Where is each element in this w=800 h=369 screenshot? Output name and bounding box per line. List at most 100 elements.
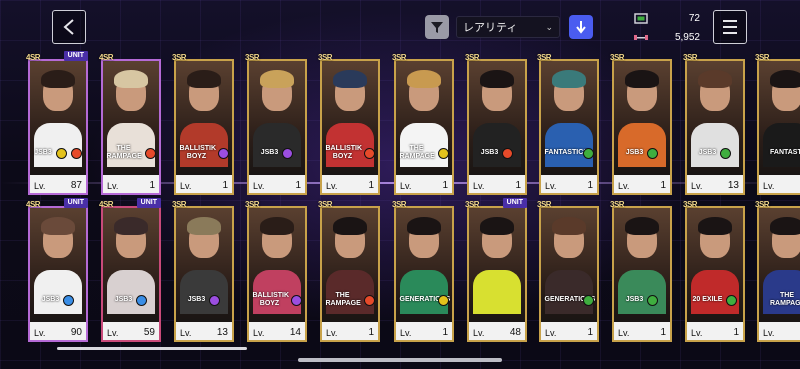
member-card[interactable]: FANTASTICS Lv. 3SR bbox=[755, 53, 800, 195]
member-card[interactable]: JSB3 Lv. 1 3SR bbox=[245, 53, 307, 195]
rarity-badge: 3SR bbox=[245, 53, 260, 62]
level-label: Lv. bbox=[691, 181, 703, 191]
level-bar: Lv. 1 bbox=[176, 175, 232, 193]
level-label: Lv. bbox=[400, 181, 412, 191]
card-logo-row: THE RAMPAGE bbox=[759, 286, 800, 314]
level-value: 1 bbox=[368, 180, 374, 191]
attribute-icon bbox=[437, 294, 449, 306]
member-card[interactable]: THE RAMPAGE Lv. 1 3SR bbox=[392, 53, 454, 195]
member-card[interactable]: Lv. 48 3SR UNIT bbox=[465, 198, 527, 342]
group-logo: JSB3 bbox=[480, 149, 499, 156]
level-label: Lv. bbox=[400, 328, 412, 338]
rarity-badge: 3SR bbox=[172, 53, 187, 62]
menu-button[interactable] bbox=[713, 10, 747, 44]
card-frame: JSB3 Lv. 1 bbox=[612, 59, 672, 195]
level-label: Lv. bbox=[326, 181, 338, 191]
member-card[interactable]: BALLISTIK BOYZ Lv. 1 3SR bbox=[318, 53, 380, 195]
level-bar: Lv. bbox=[759, 175, 800, 193]
member-card[interactable]: BALLISTIK BOYZ Lv. 1 3SR bbox=[172, 53, 234, 195]
rarity-badge: 3SR bbox=[610, 200, 625, 209]
card-figure-hair bbox=[260, 217, 294, 235]
level-bar: Lv. 1 bbox=[396, 322, 452, 340]
back-button[interactable] bbox=[52, 10, 86, 44]
level-bar: Lv. 90 bbox=[30, 322, 86, 340]
card-logo-row: THE RAMPAGE bbox=[103, 139, 159, 167]
level-label: Lv. bbox=[253, 181, 265, 191]
rarity-badge: 4SR bbox=[99, 200, 114, 209]
member-card[interactable]: JSB3 Lv. 1 3SR bbox=[610, 200, 672, 342]
group-logo: FANTASTICS bbox=[544, 149, 588, 156]
attribute-icon bbox=[136, 294, 148, 306]
attribute-icon bbox=[144, 147, 156, 159]
rarity-badge: 3SR bbox=[683, 200, 698, 209]
member-card[interactable]: JSB3 Lv. 13 3SR bbox=[172, 200, 234, 342]
member-card[interactable]: FANTASTICS Lv. 1 3SR bbox=[537, 53, 599, 195]
card-figure-hair bbox=[41, 217, 75, 235]
level-bar: Lv. 1 bbox=[322, 322, 378, 340]
card-logo-row: JSB3 bbox=[30, 139, 86, 167]
card-figure-hair bbox=[770, 217, 800, 235]
level-bar: Lv. 13 bbox=[176, 322, 232, 340]
card-frame: JSB3 Lv. 13 bbox=[174, 206, 234, 342]
card-frame: 20 EXILE Lv. 1 bbox=[685, 206, 745, 342]
group-logo: JSB3 bbox=[41, 296, 60, 303]
member-card[interactable]: JSB3 Lv. 1 3SR bbox=[465, 53, 527, 195]
card-figure-hair bbox=[187, 70, 221, 88]
rarity-badge: 4SR bbox=[99, 53, 114, 62]
card-frame: FANTASTICS Lv. 1 bbox=[539, 59, 599, 195]
member-card[interactable]: JSB3 Lv. 13 3SR bbox=[683, 53, 745, 195]
attribute-icon bbox=[363, 147, 375, 159]
member-card[interactable]: THE RAMPAGE Lv. 1 3SR bbox=[318, 200, 380, 342]
level-bar: Lv. 1 bbox=[249, 175, 305, 193]
unit-badge: UNIT bbox=[502, 198, 527, 208]
group-logo: BALLISTIK BOYZ bbox=[179, 145, 217, 160]
card-figure-hair bbox=[480, 217, 514, 235]
member-card[interactable]: 20 EXILE Lv. 1 3SR bbox=[683, 200, 745, 342]
level-bar: Lv. 1 bbox=[614, 322, 670, 340]
card-frame: BALLISTIK BOYZ Lv. 14 bbox=[247, 206, 307, 342]
horizontal-scrollbar[interactable] bbox=[57, 347, 247, 350]
card-figure-hair bbox=[698, 70, 732, 88]
member-card[interactable]: THE RAMPAGE Lv. 1 4SR bbox=[99, 53, 161, 195]
card-frame: THE RAMPAGE Lv. 1 bbox=[320, 206, 380, 342]
member-card[interactable]: BALLISTIK BOYZ Lv. 14 3SR bbox=[245, 200, 307, 342]
card-logo-row: FANTASTICS bbox=[541, 139, 597, 167]
unit-badge: UNIT bbox=[63, 51, 88, 61]
level-label: Lv. bbox=[618, 328, 630, 338]
attribute-icon bbox=[290, 294, 302, 306]
level-value: 59 bbox=[143, 327, 155, 338]
attribute-icon bbox=[582, 147, 594, 159]
member-card[interactable]: THE RAMPAGE Lv. 3SR bbox=[755, 200, 800, 342]
member-card[interactable]: JSB3 Lv. 90 4SR UNIT bbox=[26, 198, 88, 342]
level-value: 1 bbox=[149, 180, 155, 191]
sort-order-button[interactable] bbox=[569, 15, 593, 39]
card-frame: JSB3 Lv. 1 bbox=[467, 59, 527, 195]
rarity-badge: 3SR bbox=[683, 53, 698, 62]
member-card[interactable]: GENERATIONS Lv. 1 3SR bbox=[537, 200, 599, 342]
member-card[interactable]: GENERATIONS Lv. 1 3SR bbox=[392, 200, 454, 342]
rarity-badge: 3SR bbox=[537, 200, 552, 209]
card-frame: JSB3 Lv. 59 bbox=[101, 206, 161, 342]
group-logo: BALLISTIK BOYZ bbox=[252, 292, 290, 307]
attribute-icon bbox=[282, 147, 294, 159]
arrow-down-icon bbox=[576, 21, 586, 34]
card-figure-hair bbox=[407, 217, 441, 235]
level-bar: Lv. 13 bbox=[687, 175, 743, 193]
stat-row-dumbbell: 5,952 bbox=[634, 28, 700, 47]
card-logo-row: JSB3 bbox=[30, 286, 86, 314]
card-logo-row: JSB3 bbox=[249, 139, 305, 167]
group-logo: JSB3 bbox=[260, 149, 279, 156]
level-value: 13 bbox=[216, 327, 228, 338]
unit-badge: UNIT bbox=[63, 198, 88, 208]
filter-button[interactable] bbox=[425, 15, 449, 39]
card-logo-row: JSB3 bbox=[469, 139, 525, 167]
sort-select[interactable]: レアリティ ⌄ bbox=[456, 16, 560, 38]
group-logo: THE RAMPAGE bbox=[770, 292, 800, 307]
card-logo-row: THE RAMPAGE bbox=[322, 286, 378, 314]
group-logo: JSB3 bbox=[625, 149, 644, 156]
member-card[interactable]: JSB3 Lv. 1 3SR bbox=[610, 53, 672, 195]
member-card[interactable]: JSB3 Lv. 59 4SR UNIT bbox=[99, 198, 161, 342]
level-value: 1 bbox=[442, 180, 448, 191]
member-card[interactable]: JSB3 Lv. 87 4SR UNIT bbox=[26, 51, 88, 195]
card-frame: THE RAMPAGE Lv. 1 bbox=[101, 59, 161, 195]
